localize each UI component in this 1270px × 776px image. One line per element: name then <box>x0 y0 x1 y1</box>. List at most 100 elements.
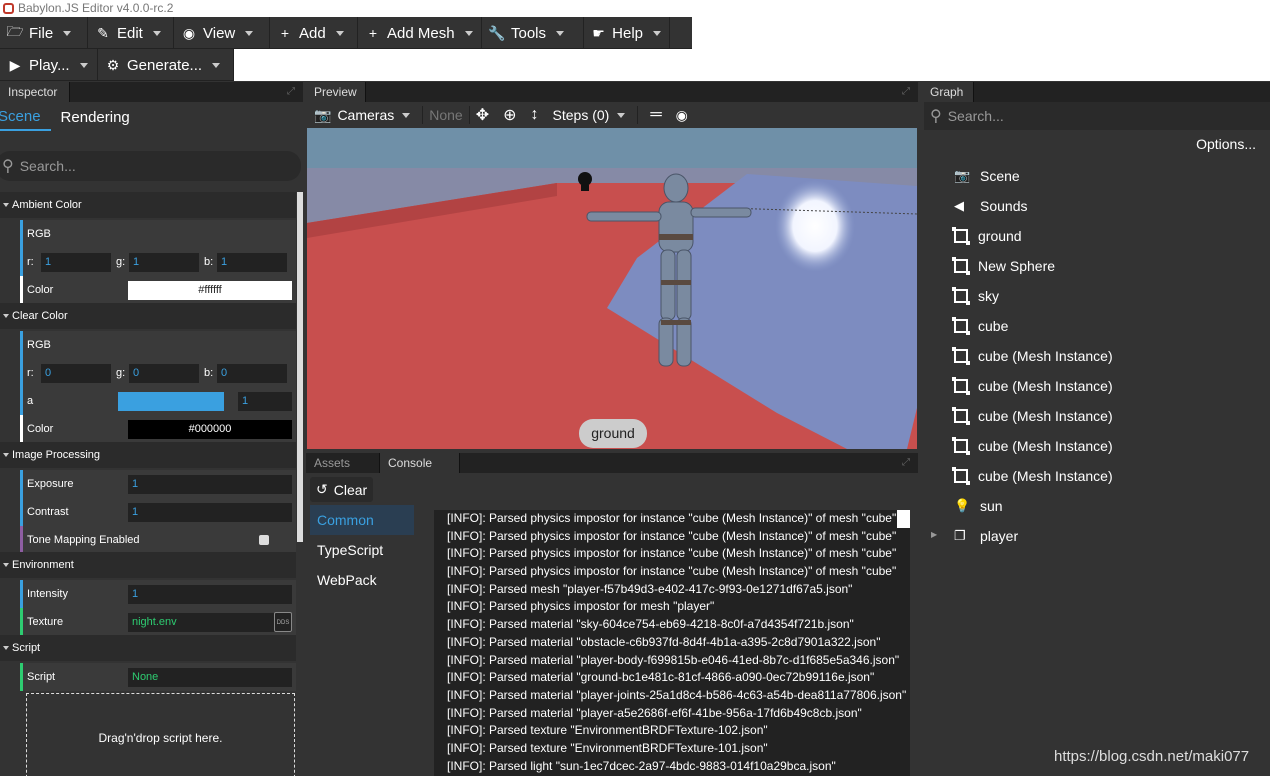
tab-scene[interactable]: Scene <box>0 104 51 131</box>
ambient-r-input[interactable]: 1 <box>41 253 111 272</box>
menu-edit[interactable]: ✎ Edit <box>88 17 174 49</box>
graph-node[interactable]: cube (Mesh Instance) <box>952 374 1113 398</box>
dds-file-icon: DDS <box>274 612 292 632</box>
tab-rendering[interactable]: Rendering <box>51 109 140 126</box>
scale-gizmo-icon[interactable]: ↕ <box>531 106 539 124</box>
graph-node[interactable]: ground <box>952 224 1022 248</box>
preview-panel-tab[interactable]: Preview <box>306 82 366 102</box>
log-line: [INFO]: Parsed physics impostor for mesh… <box>447 599 715 614</box>
move-gizmo-icon[interactable]: ✥ <box>476 105 489 125</box>
gizmo-none-button[interactable]: None <box>429 107 462 123</box>
menu-file[interactable]: 🗁 File <box>0 17 88 49</box>
graph-node[interactable]: cube (Mesh Instance) <box>952 434 1113 458</box>
graph-node[interactable]: 💡 sun <box>954 494 1003 518</box>
toolbar-separator <box>468 106 470 124</box>
contrast-label: Contrast <box>27 506 69 518</box>
toolbar-separator <box>422 106 424 124</box>
clear-r-input[interactable]: 0 <box>41 364 111 383</box>
ambient-color-row: Color #ffffff <box>20 276 296 304</box>
rotate-gizmo-icon[interactable]: ⊕ <box>503 105 516 125</box>
ambient-b-input[interactable]: 1 <box>217 253 287 272</box>
plus-icon: + <box>368 25 378 41</box>
graph-node[interactable]: ❐ player <box>954 524 1018 548</box>
section-script[interactable]: Script <box>0 635 296 661</box>
console-nav-typescript[interactable]: TypeScript <box>310 535 414 565</box>
console-nav-webpack[interactable]: WebPack <box>310 565 414 595</box>
console-nav-common[interactable]: Common <box>310 505 414 535</box>
clear-label: Clear <box>333 481 368 498</box>
graph-node[interactable]: ◀ Sounds <box>954 194 1027 218</box>
clear-color-swatch[interactable]: #000000 <box>128 420 292 439</box>
menu-add[interactable]: + Add <box>270 17 358 49</box>
r-label: r: <box>27 367 34 379</box>
clear-b-input[interactable]: 0 <box>217 364 287 383</box>
tab-console[interactable]: Console <box>380 453 460 473</box>
inspector-scrollbar-thumb[interactable] <box>297 192 303 542</box>
sky-strip <box>307 128 917 168</box>
camera-icon: 📷 <box>314 106 332 123</box>
script-dropzone[interactable]: Drag'n'drop script here. <box>26 693 295 776</box>
log-line: [INFO]: Parsed material "obstacle-c6b937… <box>447 634 881 649</box>
graph-node[interactable]: cube (Mesh Instance) <box>952 344 1113 368</box>
maximize-icon[interactable]: ⤢ <box>287 87 297 97</box>
graph-search-input[interactable]: ⚲ Search... <box>924 102 1270 130</box>
clear-g-input[interactable]: 0 <box>129 364 199 383</box>
graph-panel-tab[interactable]: Graph <box>922 82 974 102</box>
graph-node[interactable]: cube (Mesh Instance) <box>952 464 1113 488</box>
mesh-icon <box>952 437 970 455</box>
graph-node[interactable]: New Sphere <box>952 254 1055 278</box>
row-indicator <box>20 608 23 636</box>
equals-icon[interactable]: ═ <box>650 106 661 124</box>
maximize-icon[interactable]: ⤢ <box>902 458 912 468</box>
ambient-rgb-row: RGB <box>20 220 296 248</box>
menu-add-mesh[interactable]: + Add Mesh <box>358 17 482 49</box>
chevron-down-icon <box>464 30 473 36</box>
ambient-g-input[interactable]: 1 <box>129 253 199 272</box>
contrast-input[interactable]: 1 <box>128 503 292 522</box>
steps-dropdown[interactable]: Steps (0) <box>553 107 610 123</box>
scene-viewport[interactable]: ground <box>307 128 917 449</box>
tone-mapping-checkbox[interactable] <box>259 535 269 545</box>
ambient-color-swatch[interactable]: #ffffff <box>128 281 292 300</box>
section-ambient-color[interactable]: Ambient Color <box>0 192 296 218</box>
inspector-tabs: Scene Rendering <box>0 102 303 132</box>
console-log: [INFO]: Parsed physics impostor for inst… <box>434 510 910 776</box>
mesh-icon <box>952 257 970 275</box>
graph-node[interactable]: 📷 Scene <box>954 164 1020 188</box>
eye-icon[interactable]: ◉ <box>676 107 688 124</box>
graph-options-button[interactable]: Options... <box>1196 136 1256 152</box>
menu-label: Help <box>612 24 643 42</box>
tab-assets[interactable]: Assets <box>306 453 380 473</box>
expand-caret-icon[interactable]: ▶ <box>931 530 937 539</box>
graph-node-label: Sounds <box>980 198 1028 214</box>
menu-view[interactable]: ◉ View <box>174 17 270 49</box>
clear-console-button[interactable]: ↺ Clear <box>310 477 374 502</box>
script-select[interactable]: None <box>128 668 292 687</box>
graph-node[interactable]: cube <box>952 314 1008 338</box>
preview-toolbar: 📷 Cameras None ✥ ⊕ ↕ Steps (0) ═ ◉ <box>306 102 918 128</box>
graph-node[interactable]: cube (Mesh Instance) <box>952 404 1113 428</box>
section-image-processing[interactable]: Image Processing <box>0 442 296 468</box>
intensity-input[interactable]: 1 <box>128 585 292 604</box>
clear-alpha-row: a 1 <box>20 387 296 415</box>
section-clear-color[interactable]: Clear Color <box>0 303 296 329</box>
inspector-panel-tab[interactable]: Inspector <box>0 82 70 102</box>
console-log-scrollbar[interactable] <box>897 510 910 528</box>
graph-node[interactable]: sky <box>952 284 999 308</box>
texture-select[interactable]: night.env <box>128 613 292 632</box>
inspector-search-input[interactable]: ⚲ Search... <box>0 151 301 181</box>
clear-alpha-input[interactable]: 1 <box>238 392 292 411</box>
menu-tools[interactable]: 🔧 Tools <box>482 17 584 49</box>
alpha-label: a <box>27 395 34 407</box>
section-environment[interactable]: Environment <box>0 552 296 578</box>
console-tabbar: Assets Console ⤢ <box>306 453 918 473</box>
play-button[interactable]: ▶ Play... <box>0 49 98 81</box>
alpha-slider[interactable] <box>118 392 224 411</box>
maximize-icon[interactable]: ⤢ <box>902 87 912 97</box>
menu-label: Add <box>299 24 326 42</box>
menu-help[interactable]: ☛ Help <box>584 17 670 49</box>
intensity-row: Intensity 1 <box>20 580 296 608</box>
exposure-input[interactable]: 1 <box>128 475 292 494</box>
cameras-dropdown[interactable]: Cameras <box>337 107 394 123</box>
generate-button[interactable]: ⚙ Generate... <box>98 49 234 81</box>
